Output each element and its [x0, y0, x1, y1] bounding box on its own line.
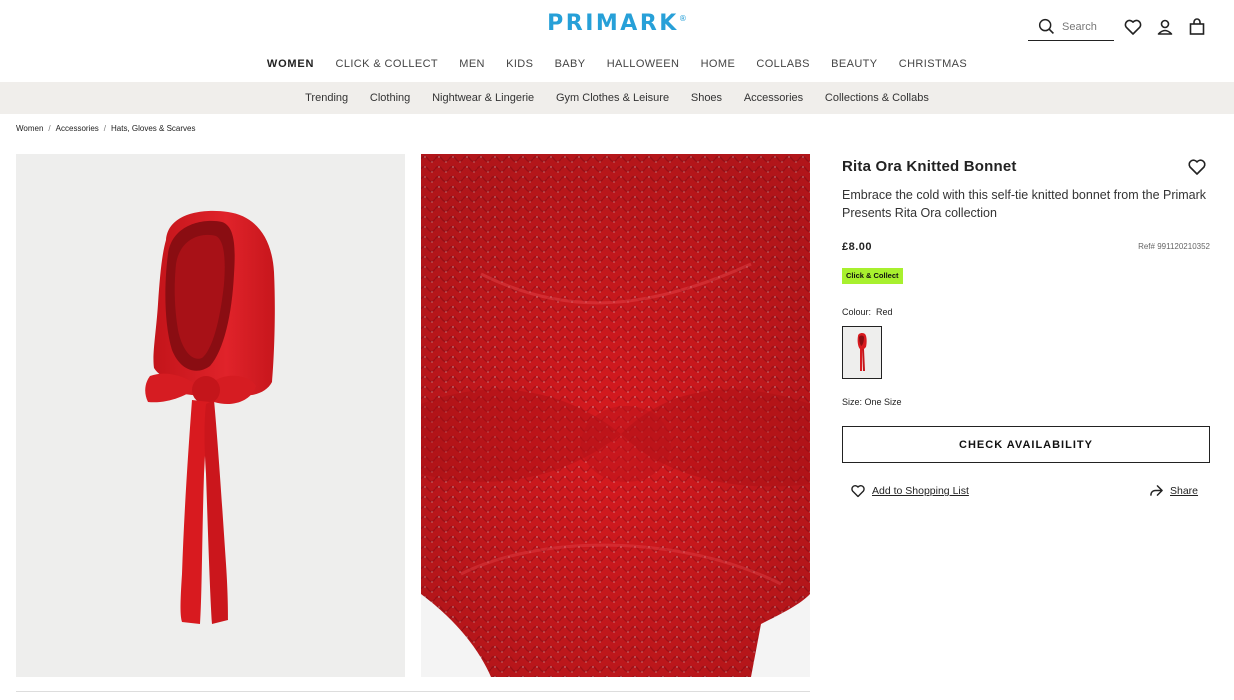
search-box[interactable] [1028, 13, 1114, 41]
colour-label-text: Colour: [842, 307, 872, 317]
nav-halloween[interactable]: HALLOWEEN [607, 58, 680, 70]
share-link[interactable]: Share [1149, 484, 1198, 497]
click-collect-badge: Click & Collect [842, 268, 903, 284]
account-icon[interactable] [1155, 17, 1175, 37]
nav-christmas[interactable]: CHRISTMAS [899, 58, 967, 70]
breadcrumb-separator: / [48, 124, 51, 133]
subnav-accessories[interactable]: Accessories [744, 92, 803, 104]
nav-home[interactable]: HOME [701, 58, 736, 70]
product-description: Embrace the cold with this self-tie knit… [842, 188, 1207, 220]
site-header: PRIMARK® WOMEN CLICK & COLLECT MEN KIDS … [0, 0, 1234, 82]
breadcrumb: Women / Accessories / Hats, Gloves & Sca… [16, 124, 196, 133]
nav-collabs[interactable]: COLLABS [756, 58, 810, 70]
add-to-shopping-list[interactable]: Add to Shopping List [850, 484, 969, 498]
product-price: £8.00 [842, 241, 873, 253]
add-to-shopping-list-label[interactable]: Add to Shopping List [872, 485, 969, 497]
sub-nav: Trending Clothing Nightwear & Lingerie G… [0, 82, 1234, 114]
share-label[interactable]: Share [1170, 485, 1198, 497]
nav-click-collect[interactable]: CLICK & COLLECT [335, 58, 438, 70]
breadcrumb-separator: / [103, 124, 107, 133]
breadcrumb-hats[interactable]: Hats, Gloves & Scarves [111, 124, 195, 133]
product-ref: Ref# 991120210352 [1138, 242, 1210, 251]
product-image-detail[interactable] [421, 154, 810, 677]
colour-label: Colour: Red [842, 307, 893, 317]
nav-beauty[interactable]: BEAUTY [831, 58, 877, 70]
search-icon[interactable] [1036, 15, 1058, 39]
subnav-trending[interactable]: Trending [305, 92, 348, 104]
subnav-gym[interactable]: Gym Clothes & Leisure [556, 92, 669, 104]
subnav-nightwear[interactable]: Nightwear & Lingerie [432, 92, 534, 104]
product-image-main[interactable] [16, 154, 405, 677]
knit-closeup-illustration [421, 154, 810, 677]
nav-men[interactable]: MEN [459, 58, 485, 70]
swatch-thumbnail [857, 332, 867, 371]
gallery-divider [16, 691, 810, 692]
bonnet-illustration [145, 210, 275, 624]
heart-icon[interactable] [1123, 17, 1143, 37]
nav-kids[interactable]: KIDS [506, 58, 533, 70]
subnav-shoes[interactable]: Shoes [691, 92, 722, 104]
check-availability-button[interactable]: CHECK AVAILABILITY [842, 426, 1210, 463]
breadcrumb-women[interactable]: Women [16, 124, 43, 133]
wishlist-heart-icon[interactable] [1187, 158, 1207, 176]
bag-icon[interactable] [1187, 17, 1207, 37]
colour-value: Red [876, 307, 893, 317]
size-label: Size: One Size [842, 397, 902, 407]
subnav-collections[interactable]: Collections & Collabs [825, 92, 929, 104]
colour-swatch-red[interactable] [842, 326, 882, 379]
subnav-clothing[interactable]: Clothing [370, 92, 410, 104]
heart-outline-icon [851, 485, 865, 498]
search-input[interactable] [1062, 20, 1114, 33]
nav-women[interactable]: WOMEN [267, 58, 314, 70]
main-nav: WOMEN CLICK & COLLECT MEN KIDS BABY HALL… [0, 58, 1234, 70]
share-arrow-icon [1150, 485, 1163, 496]
breadcrumb-accessories[interactable]: Accessories [56, 124, 99, 133]
nav-baby[interactable]: BABY [555, 58, 586, 70]
product-title: Rita Ora Knitted Bonnet [842, 158, 1017, 175]
